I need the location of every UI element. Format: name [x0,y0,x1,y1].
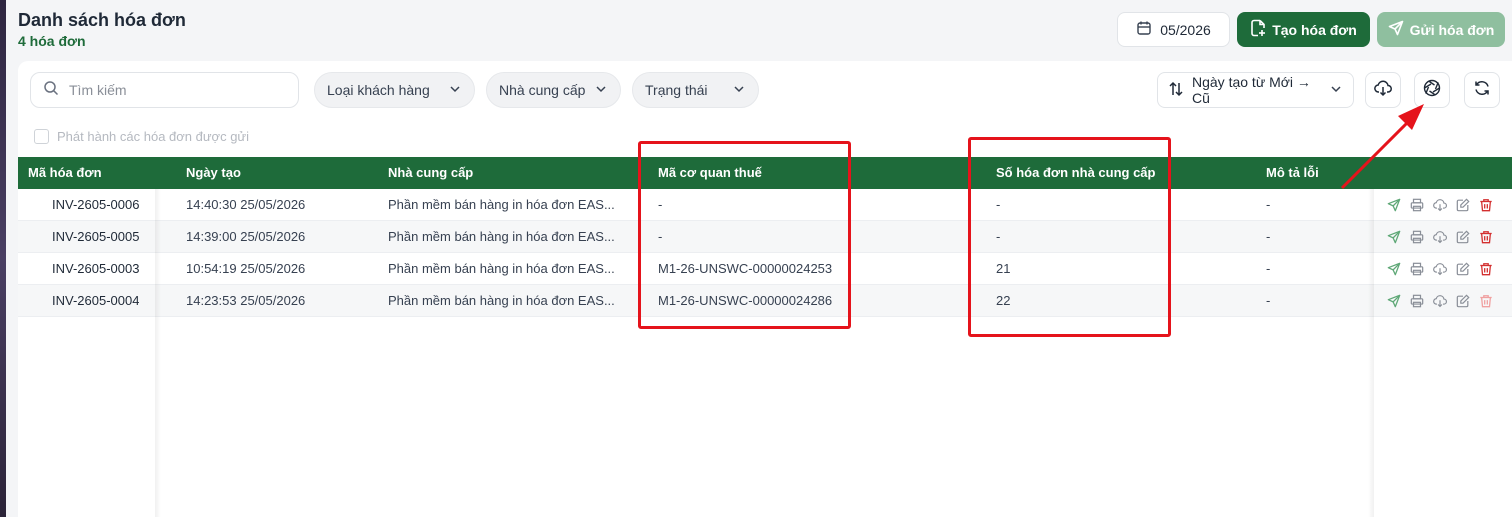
app-window: Danh sách hóa đơn 4 hóa đơn 05/2026 Tạo … [6,0,1512,517]
annotation-arrow [1340,104,1424,190]
